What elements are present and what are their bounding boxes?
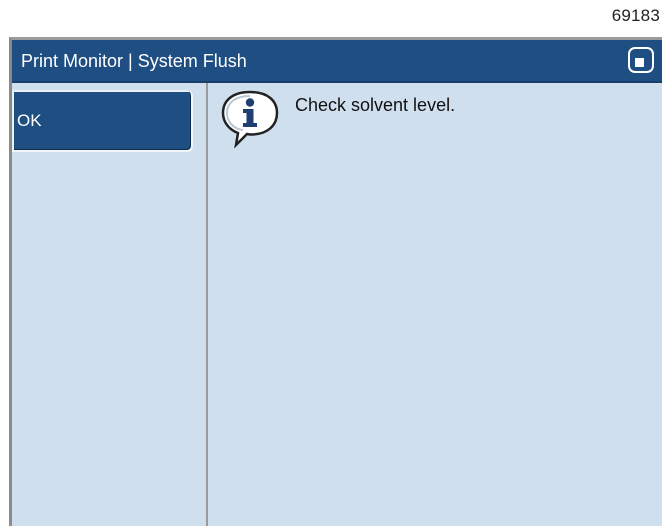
info-icon [221,90,279,149]
window-title: Print Monitor | System Flush [21,51,247,71]
figure-number: 69183 [611,6,660,25]
home-square-icon [635,58,644,67]
message-text: Check solvent level. [295,95,456,115]
message-area: Check solvent level. [208,83,662,526]
ok-button[interactable]: OK [12,90,193,152]
left-panel: OK [12,83,208,526]
device-screen: Print Monitor | System Flush OK Check so… [9,37,662,526]
title-bar: Print Monitor | System Flush [12,40,662,83]
ok-button-label: OK [17,111,42,130]
home-button[interactable] [628,47,654,73]
